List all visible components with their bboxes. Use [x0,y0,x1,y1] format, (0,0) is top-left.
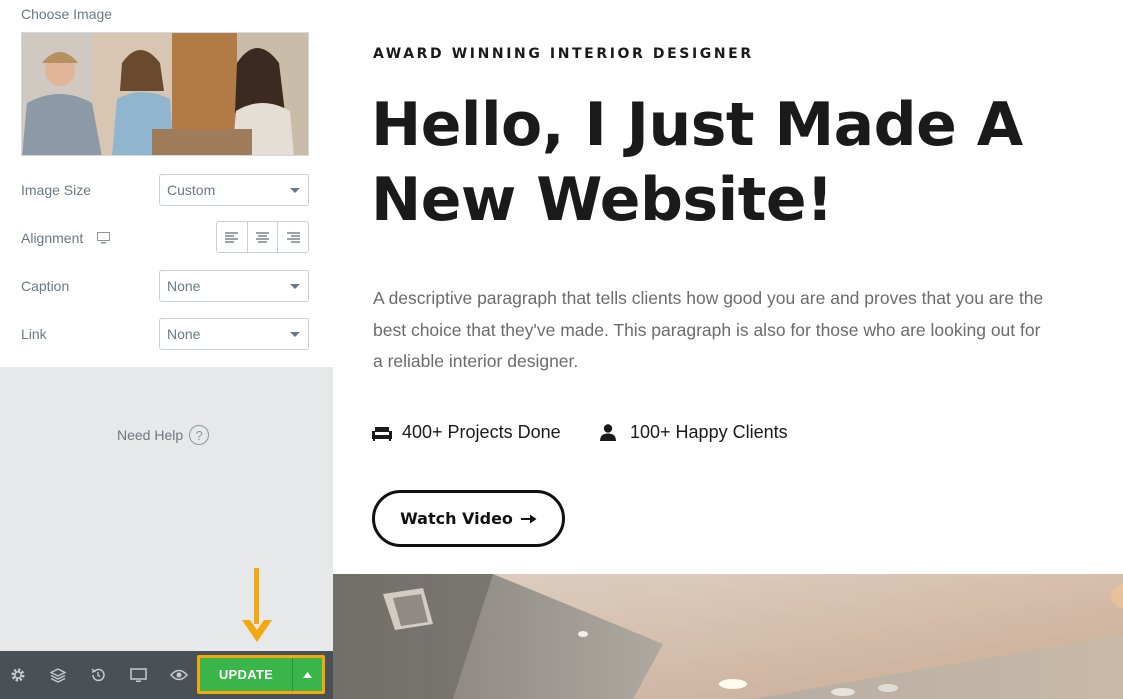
chevron-down-icon [290,284,300,289]
arrow-right-icon [520,514,537,523]
intro-paragraph: A descriptive paragraph that tells clien… [373,288,1044,371]
watch-video-button[interactable]: Watch Video [372,490,565,547]
stat-clients-text: 100+ Happy Clients [630,422,788,442]
interior-hero-image [333,574,1123,699]
responsive-mode-icon[interactable] [128,665,148,685]
image-size-select[interactable]: Custom [159,174,309,206]
desktop-icon[interactable] [97,231,110,249]
settings-icon[interactable] [8,665,28,685]
layers-icon[interactable] [48,665,68,685]
align-center-button[interactable] [248,222,279,252]
question-circle-icon: ? [189,425,210,445]
update-button-group: UPDATE [197,655,325,694]
preview-eye-icon[interactable] [169,665,189,685]
user-icon [600,424,616,441]
page-title: Hello, I Just Made A New Website! [371,88,1071,238]
caption-value: None [167,278,201,294]
align-right-icon [286,231,300,243]
interior-ceiling-photo [333,574,1123,699]
page-title-line-2: New Website! [371,165,833,235]
alignment-control [216,221,309,253]
image-preview-photo [22,33,308,155]
link-value: None [167,326,201,342]
need-help-link[interactable]: Need Help ? [117,425,210,445]
image-settings-section: Choose Image Image Size Custom Alignment… [0,0,333,367]
chevron-down-icon [290,188,300,193]
align-left-icon [225,231,239,243]
caret-up-icon [303,671,312,678]
stat-projects-text: 400+ Projects Done [402,422,561,442]
image-size-value: Custom [167,182,216,198]
watch-video-label: Watch Video [400,509,513,528]
link-label: Link [21,326,47,342]
need-help-label: Need Help [117,427,184,443]
align-left-button[interactable] [217,222,248,252]
alignment-label: Alignment [21,230,84,246]
caption-select[interactable]: None [159,270,309,302]
choose-image-label: Choose Image [21,6,113,22]
editor-panel: Choose Image Image Size Custom Alignment… [0,0,333,699]
stat-projects: 400+ Projects Done [372,422,561,443]
align-right-button[interactable] [278,222,308,252]
history-icon[interactable] [88,665,108,685]
caption-label: Caption [21,278,70,294]
page-title-line-1: Hello, I Just Made A [371,90,1023,160]
arrow-down-annotation-icon [242,568,272,642]
eyebrow-heading: AWARD WINNING INTERIOR DESIGNER [373,46,754,62]
sofa-icon [372,426,392,441]
image-size-label: Image Size [21,182,92,198]
chevron-down-icon [290,332,300,337]
link-select[interactable]: None [159,318,309,350]
update-options-button[interactable] [292,658,322,691]
stat-clients: 100+ Happy Clients [600,422,788,443]
update-button[interactable]: UPDATE [200,658,292,691]
align-center-icon [256,231,269,243]
image-preview[interactable] [21,32,309,156]
editor-root: Choose Image Image Size Custom Alignment… [0,0,1123,699]
